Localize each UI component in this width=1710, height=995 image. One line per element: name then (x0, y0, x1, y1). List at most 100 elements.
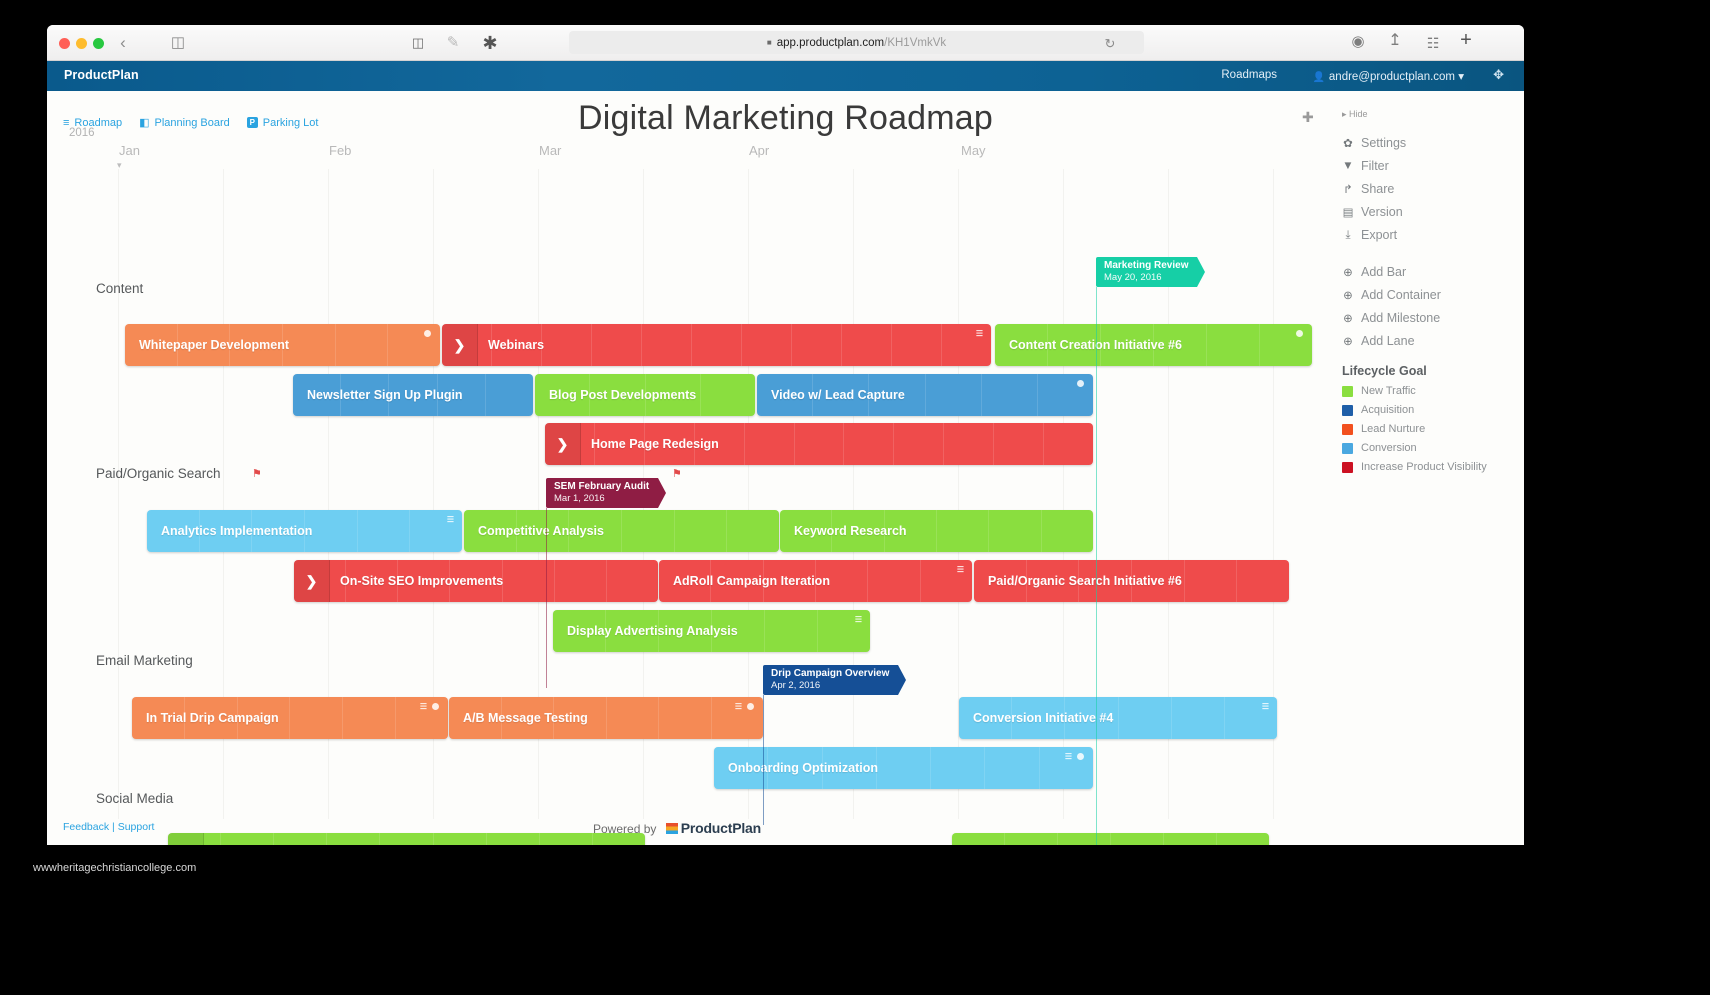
roadmap-bar[interactable]: ❯ Home Page Redesign (545, 423, 1093, 465)
roadmap-bar[interactable]: Display Advertising Analysis ☰ (553, 610, 870, 652)
panel-item-label: Filter (1361, 159, 1389, 173)
reload-icon[interactable]: ↻ (1099, 34, 1121, 54)
panel-item-filter[interactable]: ▼ Filter (1342, 159, 1510, 173)
roadmap-bar[interactable]: Analytics Implementation ☰ (147, 510, 462, 552)
milestone-date: May 20, 2016 (1104, 272, 1162, 283)
panel-add-menu: ⊕ Add Bar ⊕ Add Container ⊕ Add Milestone ⊕ Add… (1342, 265, 1510, 348)
bar-status-dot[interactable] (1296, 330, 1303, 337)
bar-label: AdRoll Campaign Iteration (673, 574, 830, 588)
panel-item-export[interactable]: ⤓ Export (1342, 228, 1510, 242)
close-window-button[interactable] (59, 38, 70, 49)
panel-item-add-lane[interactable]: ⊕ Add Lane (1342, 334, 1510, 348)
url-host: app.productplan.com (776, 36, 885, 49)
roadmap-bar[interactable]: Content Creation Initiative #6 (995, 324, 1312, 366)
download-icon[interactable]: ◉ (1347, 32, 1369, 52)
legend-item[interactable]: Conversion (1342, 442, 1510, 454)
expand-chevron-icon[interactable]: ❯ (294, 560, 330, 602)
roadmap-bar[interactable]: A/B Message Testing ☰ (449, 697, 763, 739)
panel-item-add-milestone[interactable]: ⊕ Add Milestone (1342, 311, 1510, 325)
panel-item-add-container[interactable]: ⊕ Add Container (1342, 288, 1510, 302)
tab-overview-icon[interactable]: ☷ (1422, 33, 1444, 53)
bar-status-dot[interactable] (424, 330, 431, 337)
bar-status-dot[interactable] (432, 703, 439, 710)
bar-label: Conversion Initiative #4 (973, 711, 1114, 725)
settings-float-icon[interactable]: ✚ (1302, 109, 1314, 126)
milestone-title: SEM February Audit (554, 481, 650, 492)
roadmap-bar[interactable]: ❯ Webinars ☰ (442, 324, 991, 366)
lane-label-social-media[interactable]: Social Media (96, 791, 173, 806)
bar-status-dot[interactable] (747, 703, 754, 710)
bar-menu-icon[interactable]: ☰ (1065, 753, 1072, 761)
roadmap-bar[interactable]: Conversion Initiative #4 ☰ (959, 697, 1277, 739)
panel-item-version[interactable]: ▤ Version (1342, 205, 1510, 219)
legend-swatch (1342, 423, 1353, 435)
sidebar-toggle-icon[interactable]: ◫ (167, 33, 189, 53)
share-icon[interactable]: ↥ (1384, 31, 1406, 51)
roadmap-bar[interactable]: Paid/Organic Search Initiative #6 (974, 560, 1289, 602)
new-tab-icon[interactable]: + (1455, 30, 1477, 50)
bar-label: Video w/ Lead Capture (771, 388, 905, 402)
milestone-line (1096, 287, 1097, 845)
fullscreen-icon[interactable]: ✥ (1493, 67, 1504, 83)
bar-menu-icon[interactable]: ☰ (855, 616, 862, 624)
lane-label-content[interactable]: Content (96, 281, 143, 296)
milestone-flag[interactable]: Marketing Review May 20, 2016 (1096, 257, 1207, 287)
pen-extension-icon[interactable]: ✎ (442, 33, 464, 53)
legend-item[interactable]: Increase Product Visibility (1342, 461, 1510, 473)
milestone-flag[interactable]: SEM February Audit Mar 1, 2016 (546, 478, 667, 508)
nav-roadmaps-link[interactable]: Roadmaps (1221, 69, 1277, 81)
lane-milestone-flag-icon[interactable]: ⚑ (252, 467, 262, 480)
roadmap-bar[interactable]: ❯ On-Site SEO Improvements (294, 560, 658, 602)
legend-item[interactable]: New Traffic (1342, 385, 1510, 397)
legend-label: Increase Product Visibility (1361, 461, 1487, 473)
back-chevron-icon[interactable]: ‹ (112, 33, 134, 53)
roadmap-bar[interactable]: Competitive Analysis (464, 510, 779, 552)
roadmap-bar[interactable]: AdRoll Campaign Iteration ☰ (659, 560, 972, 602)
extension-icon[interactable]: ◫ (407, 33, 429, 53)
roadmap-bar[interactable]: Newsletter Sign Up Plugin (293, 374, 533, 416)
page-root: ‹ ◫ ◫ ✎ ✱ ■ app.productplan.com/KH1VmkVk… (0, 0, 1710, 995)
productplan-wordmark: ProductPlan (680, 820, 761, 836)
user-email: andre@productplan.com (1328, 71, 1456, 83)
panel-item-add-bar[interactable]: ⊕ Add Bar (1342, 265, 1510, 279)
bar-menu-icon[interactable]: ☰ (957, 566, 964, 574)
bar-status-dot[interactable] (1077, 380, 1084, 387)
roadmap-bar[interactable]: In Trial Drip Campaign ☰ (132, 697, 448, 739)
legend-item[interactable]: Lead Nurture (1342, 423, 1510, 435)
month-label-feb: Feb (329, 143, 352, 158)
roadmap-bar[interactable]: Whitepaper Development (125, 324, 440, 366)
roadmap-bar[interactable]: Keyword Research (780, 510, 1093, 552)
powered-by-label: Powered by (593, 822, 657, 836)
bar-status-dot[interactable] (1077, 753, 1084, 760)
expand-chevron-icon[interactable]: ❯ (442, 324, 478, 366)
bar-label: Analytics Implementation (161, 524, 313, 538)
milestone-flag[interactable]: Drip Campaign Overview Apr 2, 2016 (763, 665, 907, 695)
bar-menu-icon[interactable]: ☰ (447, 516, 454, 524)
export-icon: ⤓ (1345, 228, 1351, 241)
bar-menu-icon[interactable]: ☰ (420, 703, 427, 711)
bar-menu-icon[interactable]: ☰ (735, 703, 742, 711)
hide-panel-button[interactable]: ▸ Hide (1342, 109, 1510, 120)
roadmap-bar[interactable]: Blog Post Developments (535, 374, 755, 416)
panel-item-label: Add Milestone (1361, 311, 1441, 325)
bar-menu-icon[interactable]: ☰ (1262, 703, 1269, 711)
bar-menu-icon[interactable]: ☰ (976, 330, 983, 338)
legend-item[interactable]: Acquisition (1342, 404, 1510, 416)
address-bar[interactable]: ■ app.productplan.com/KH1VmkVk (569, 31, 1144, 54)
brand-logo[interactable]: ProductPlan (64, 68, 139, 82)
expand-chevron-icon[interactable]: ❯ (545, 423, 581, 465)
panel-item-share[interactable]: ↱ Share (1342, 182, 1510, 196)
minimize-window-button[interactable] (76, 38, 87, 49)
user-menu[interactable]: 👤 andre@productplan.com ▾ (1312, 69, 1464, 83)
legend-label: Conversion (1361, 442, 1417, 454)
asterisk-extension-icon[interactable]: ✱ (479, 33, 501, 53)
panel-item-label: Add Container (1361, 288, 1441, 302)
panel-item-settings[interactable]: ✿ Settings (1342, 136, 1510, 150)
roadmap-bar[interactable]: Video w/ Lead Capture (757, 374, 1093, 416)
lock-icon: ■ (766, 38, 772, 47)
roadmap-bar[interactable]: Onboarding Optimization ☰ (714, 747, 1093, 789)
lane-label-email-marketing[interactable]: Email Marketing (96, 653, 193, 668)
maximize-window-button[interactable] (93, 38, 104, 49)
lane-label-paid-organic-search[interactable]: Paid/Organic Search (96, 466, 221, 481)
lane-milestone-flag-icon[interactable]: ⚑ (672, 467, 682, 480)
